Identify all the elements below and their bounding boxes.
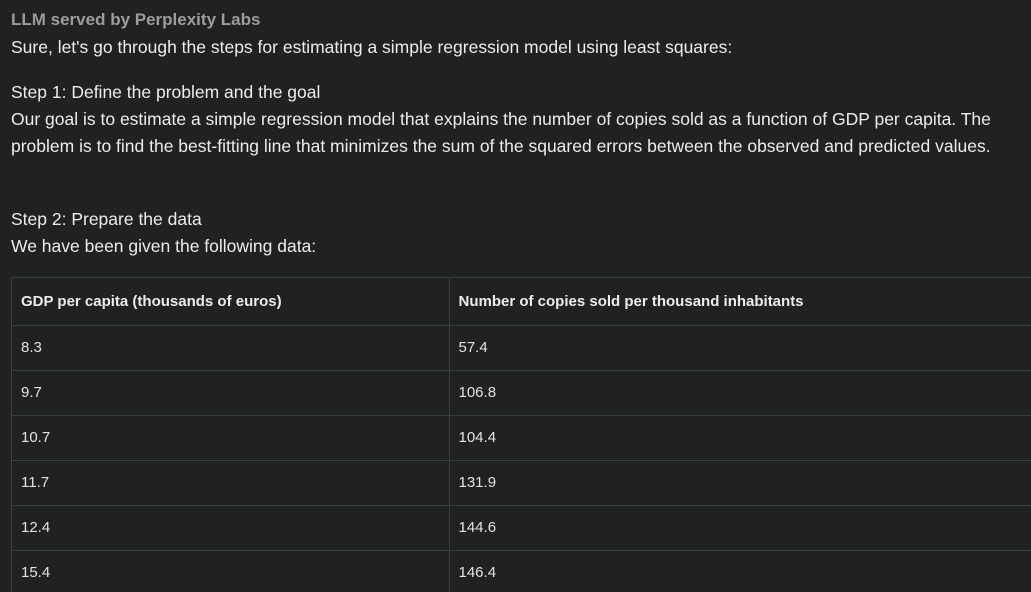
step-1-section: Step 1: Define the problem and the goal … [11,79,1016,160]
header-copies: Number of copies sold per thousand inhab… [449,278,1031,326]
step-1-title: Step 1: Define the problem and the goal [11,82,321,102]
data-table: GDP per capita (thousands of euros) Numb… [12,278,1031,592]
cell-gdp: 12.4 [12,505,450,551]
intro-text: Sure, let's go through the steps for est… [11,37,733,57]
table-row: 12.4 144.6 [12,505,1031,551]
cell-gdp: 8.3 [12,325,450,371]
model-source-label: LLM served by Perplexity Labs [11,10,261,29]
table-row: 11.7 131.9 [12,460,1031,506]
cell-gdp: 9.7 [12,370,450,416]
cell-gdp: 11.7 [12,460,450,506]
header-gdp: GDP per capita (thousands of euros) [12,278,450,326]
table-header-row: GDP per capita (thousands of euros) Numb… [12,278,1031,326]
step-1-body: Our goal is to estimate a simple regress… [11,109,991,156]
cell-gdp: 15.4 [12,550,450,592]
cell-copies: 144.6 [449,505,1031,551]
data-table-container: GDP per capita (thousands of euros) Numb… [11,277,1031,592]
step-2-title: Step 2: Prepare the data [11,209,202,229]
chat-answer: LLM served by Perplexity Labs Sure, let'… [0,0,1031,592]
cell-copies: 146.4 [449,550,1031,592]
step-2-section: Step 2: Prepare the data We have been gi… [11,206,1016,260]
table-row: 15.4 146.4 [12,550,1031,592]
table-row: 9.7 106.8 [12,370,1031,416]
step-2-body: We have been given the following data: [11,236,317,256]
cell-copies: 106.8 [449,370,1031,416]
table-row: 8.3 57.4 [12,325,1031,371]
cell-copies: 104.4 [449,415,1031,461]
table-row: 10.7 104.4 [12,415,1031,461]
cell-copies: 131.9 [449,460,1031,506]
cell-gdp: 10.7 [12,415,450,461]
cell-copies: 57.4 [449,325,1031,371]
